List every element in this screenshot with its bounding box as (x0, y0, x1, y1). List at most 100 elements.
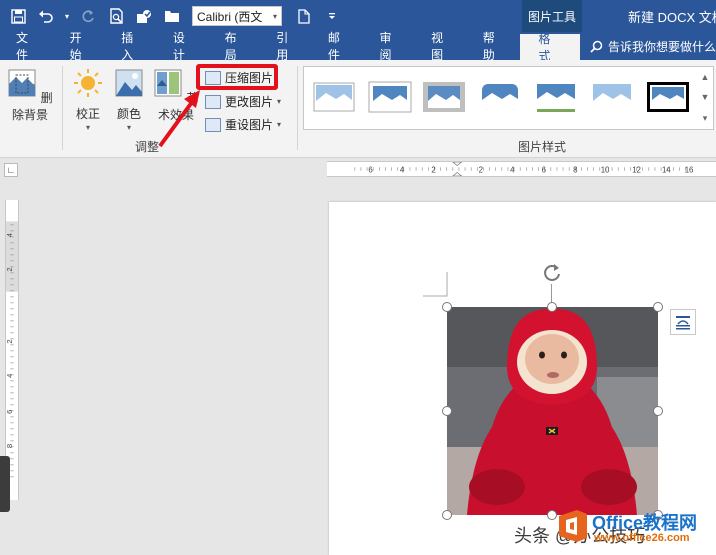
watermark-logo-url: www.office26.com (594, 532, 690, 544)
quick-access-toolbar: ▾ Calibri (西文 ▾ (6, 4, 344, 28)
layout-options-button[interactable] (670, 309, 696, 335)
tab-help[interactable]: 帮助 (469, 31, 521, 62)
title-bar: ▾ Calibri (西文 ▾ 图片工具 新建 DOCX 文档 (0, 0, 716, 32)
reset-picture-label: 重设图片 (225, 118, 274, 132)
ribbon-divider (297, 66, 298, 150)
tab-layout[interactable]: 布局 (211, 31, 263, 62)
resize-handle-sw[interactable] (442, 510, 452, 520)
side-panel-handle[interactable] (0, 456, 10, 512)
chevron-down-icon: ▾ (126, 123, 131, 132)
tab-selector[interactable]: ∟ (4, 163, 18, 177)
open-folder-icon[interactable] (160, 4, 184, 28)
save-icon[interactable] (6, 4, 30, 28)
picture-style-6[interactable] (590, 81, 634, 113)
chevron-up-icon[interactable]: ▲ (701, 72, 710, 82)
ribbon-divider (62, 66, 63, 150)
font-name-value: Calibri (西文 (197, 9, 263, 24)
gallery-more-icon[interactable]: ▾ (703, 113, 708, 124)
ruler-label: 4 (5, 373, 14, 378)
ruler-label: 4 (400, 166, 405, 175)
layout-options-icon (676, 316, 690, 330)
chevron-down-icon: ▾ (85, 123, 90, 132)
vertical-ruler[interactable]: 4 2 2 4 6 8 (5, 200, 19, 500)
tab-home[interactable]: 开始 (56, 31, 108, 62)
ruler-label: 2 (431, 166, 435, 175)
change-picture-label: 更改图片 (225, 95, 274, 109)
ruler-label: 2 (5, 339, 14, 343)
picture-styles-group-label: 图片样式 (518, 140, 567, 154)
office-logo-icon (559, 510, 587, 542)
color-button[interactable]: 颜色 ▾ (112, 68, 146, 132)
resize-handle-n[interactable] (547, 302, 557, 312)
tab-insert[interactable]: 插入 (107, 31, 159, 62)
print-preview-icon[interactable] (104, 4, 128, 28)
rotate-handle-icon[interactable] (541, 262, 563, 284)
adjust-group-label: 调整 (135, 140, 160, 154)
corrections-label: 校正 (75, 107, 100, 121)
tab-mailings[interactable]: 邮件 (314, 31, 366, 62)
undo-dropdown-icon[interactable]: ▾ (62, 4, 72, 28)
chevron-down-icon[interactable]: ▼ (701, 92, 710, 102)
remove-background-icon (8, 69, 36, 97)
font-name-box[interactable]: Calibri (西文 ▾ (192, 6, 282, 26)
ruler-label: 4 (5, 232, 14, 237)
ruler-label: 2 (479, 166, 483, 175)
gallery-scroll[interactable]: ▲ ▼ ▾ (699, 67, 711, 129)
ruler-label: 14 (662, 166, 671, 175)
sun-icon (74, 69, 102, 97)
picture-style-7[interactable] (646, 81, 690, 113)
resize-handle-nw[interactable] (442, 302, 452, 312)
chevron-down-icon: ▾ (277, 97, 282, 106)
corrections-button[interactable]: 校正 ▾ (70, 68, 106, 132)
tell-me-text: 告诉我你想要做什么 (608, 39, 716, 54)
tab-design[interactable]: 设计 (159, 31, 211, 62)
remove-background-button[interactable]: 删除背景 (4, 68, 56, 123)
tab-review[interactable]: 审阅 (365, 31, 417, 62)
ribbon: 删除背景 校正 ▾ 颜色 ▾ 艺术效果 压缩图片 更改图片 ▾ 重设图片 ▾ ▲ (0, 60, 716, 158)
document-title: 新建 DOCX 文档 (628, 10, 716, 25)
picture-style-3[interactable] (422, 81, 466, 113)
ribbon-tabs: 文件 开始 插入 设计 布局 引用 邮件 审阅 视图 帮助 格式 告诉我你想要做… (0, 31, 716, 63)
redo-icon[interactable] (76, 4, 100, 28)
ruler-label: 12 (632, 166, 641, 175)
ruler-label: 2 (5, 267, 14, 271)
check-document-icon[interactable] (132, 4, 156, 28)
tab-format[interactable]: 格式 (520, 32, 581, 63)
picture-style-4[interactable] (478, 81, 522, 113)
picture-styles-gallery: ▲ ▼ ▾ (303, 66, 714, 130)
chevron-down-icon: ▾ (272, 11, 277, 21)
change-picture-button[interactable]: 更改图片 ▾ (205, 93, 281, 110)
resize-handle-e[interactable] (653, 406, 663, 416)
ruler-label: 6 (5, 410, 14, 414)
ruler-label: 6 (368, 166, 373, 175)
first-line-indent-marker (452, 162, 463, 166)
baby-photo[interactable] (447, 307, 658, 515)
tab-references[interactable]: 引用 (262, 31, 314, 62)
resize-handle-ne[interactable] (653, 302, 663, 312)
ruler-label: 10 (601, 166, 610, 175)
new-document-icon[interactable] (292, 4, 316, 28)
rotate-handle-stem (551, 284, 552, 304)
customize-qat-icon[interactable] (320, 4, 344, 28)
hanging-indent-marker (452, 172, 463, 176)
margin-crop-mark (423, 272, 448, 297)
chevron-down-icon: ▾ (277, 120, 282, 129)
ruler-label: 4 (510, 166, 515, 175)
tab-view[interactable]: 视图 (417, 31, 469, 62)
tell-me-search[interactable]: 告诉我你想要做什么 (590, 32, 716, 60)
ruler-label: 6 (542, 166, 547, 175)
color-label: 颜色 (116, 107, 141, 121)
picture-style-5[interactable] (534, 81, 578, 113)
undo-icon[interactable] (34, 4, 58, 28)
ruler-label: 8 (5, 444, 14, 448)
reset-picture-button[interactable]: 重设图片 ▾ (205, 116, 281, 133)
picture-style-1[interactable] (312, 81, 356, 113)
picture-style-2[interactable] (368, 81, 412, 113)
horizontal-ruler[interactable]: 6 4 2 2 4 6 8 10 12 14 16 (327, 161, 716, 177)
color-picture-icon (115, 69, 143, 97)
picture-tools-context-title: 图片工具 (522, 0, 582, 32)
resize-handle-w[interactable] (442, 406, 452, 416)
ruler-label: 8 (573, 166, 578, 175)
tab-file[interactable]: 文件 (0, 31, 56, 62)
search-icon (590, 40, 603, 53)
